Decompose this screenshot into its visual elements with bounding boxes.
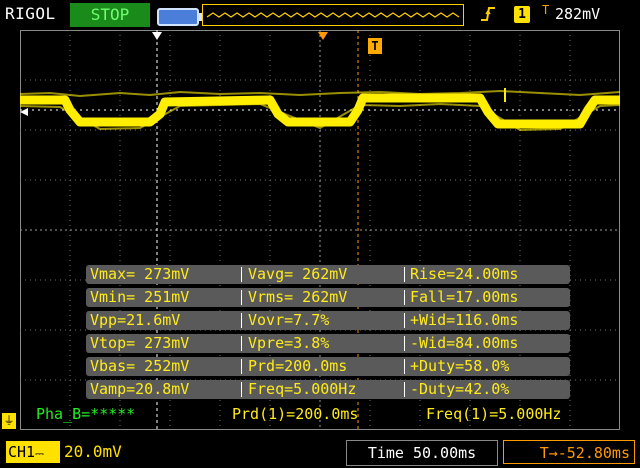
measurement-row: Vbas= 252mV Prd=200.0ms +Duty=58.0% (86, 357, 570, 376)
phase-readout: Pha_B=***** (36, 405, 136, 423)
brand-logo: RIGOL (5, 4, 56, 23)
trigger-offset-readout[interactable]: T→-52.80ms (503, 440, 635, 464)
period-ch1-readout: Prd(1)=200.0ms (232, 405, 359, 423)
timebase-readout[interactable]: Time 50.00ms (346, 440, 498, 466)
memory-depth-strip: T (202, 3, 549, 26)
trigger-marker-icon: T (368, 38, 382, 54)
status-bar: CH1⎓ 20.0mV Time 50.00ms T→-52.80ms (0, 438, 640, 468)
measure-vpre: Vpre=3.8% (248, 334, 330, 352)
measure-vpp: Vpp=21.6mV (90, 311, 181, 329)
measure-pos-width: +Wid=116.0ms (410, 311, 519, 329)
top-bar: RIGOL STOP T 1 282mV (0, 0, 640, 30)
measure-vrms: Vrms= 262mV (248, 288, 348, 306)
trigger-channel-badge: 1 (514, 6, 530, 23)
dc-coupling-icon: ⎓ (35, 447, 44, 460)
measure-vtop: Vtop= 273mV (90, 334, 190, 352)
measure-vmin: Vmin= 251mV (90, 288, 190, 306)
measure-pos-duty: +Duty=58.0% (410, 357, 510, 375)
ground-level-marker (20, 108, 28, 116)
ch1-vertical-scale[interactable]: 20.0mV (64, 442, 122, 461)
measurement-row: Vtop= 273mV Vpre=3.8% -Wid=84.00ms (86, 334, 570, 353)
rising-edge-icon (478, 4, 498, 24)
measure-vamp: Vamp=20.8mV (90, 380, 190, 398)
measure-vovr: Vovr=7.7% (248, 311, 330, 329)
measurement-row: Vpp=21.6mV Vovr=7.7% +Wid=116.0ms (86, 311, 570, 330)
battery-icon (157, 8, 203, 26)
run-stop-status[interactable]: STOP (70, 3, 150, 27)
ch1-channel-tag[interactable]: CH1⎓ (6, 441, 60, 463)
measure-rise: Rise=24.00ms (410, 265, 519, 283)
frequency-ch1-readout: Freq(1)=5.000Hz (426, 405, 562, 423)
ch1-label: CH1 (8, 443, 36, 461)
measure-fall: Fall=17.00ms (410, 288, 519, 306)
measure-frequency: Freq=5.000Hz (248, 380, 357, 398)
measurement-row: Vamp=20.8mV Freq=5.000Hz -Duty=42.0% (86, 380, 570, 399)
cursor-marker (152, 32, 162, 40)
ch1-ground-icon: ⏚ (2, 413, 16, 429)
measure-neg-width: -Wid=84.00ms (410, 334, 519, 352)
measurement-row: Vmin= 251mV Vrms= 262mV Fall=17.00ms (86, 288, 570, 307)
trigger-level: 282mV (555, 5, 601, 23)
trigger-position-marker: T (542, 3, 550, 17)
measure-period: Prd=200.0ms (248, 357, 348, 375)
measure-vbas: Vbas= 252mV (90, 357, 190, 375)
measure-vmax: Vmax= 273mV (90, 265, 190, 283)
measurement-row: Vmax= 273mV Vavg= 262mV Rise=24.00ms (86, 265, 570, 284)
measure-neg-duty: -Duty=42.0% (410, 380, 510, 398)
measure-vavg: Vavg= 262mV (248, 265, 348, 283)
